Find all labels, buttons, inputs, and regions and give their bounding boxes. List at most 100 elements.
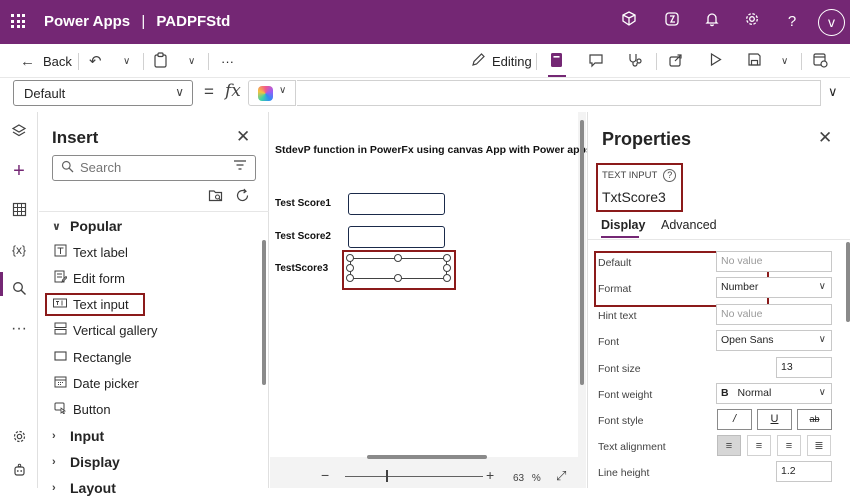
align-right-icon[interactable]: ≡ [777,435,801,456]
variables-icon[interactable]: {x} [9,240,29,260]
tab-advanced[interactable]: Advanced [661,218,717,232]
preview-button[interactable] [708,50,723,72]
environment-icon[interactable] [618,11,640,33]
prop-label-format: Format [598,283,632,295]
category-layout[interactable]: › Layout [52,480,116,496]
save-dropdown[interactable]: ∨ [781,50,788,72]
label-test-score1[interactable]: Test Score1 [275,198,331,209]
insert-item-rectangle[interactable]: Rectangle [49,346,132,368]
resize-handle[interactable] [346,254,354,262]
insert-item-button[interactable]: Button [49,398,111,420]
vertical-scrollbar[interactable] [580,120,584,385]
help-icon[interactable]: ? [663,169,677,182]
editing-button[interactable]: Editing [471,50,532,72]
resize-handle[interactable] [346,264,354,272]
copilot-icon [258,86,273,101]
settings-icon[interactable] [9,429,29,449]
font-size-field[interactable]: 13 [776,357,832,378]
insert-item-edit-form[interactable]: Edit form [49,267,125,289]
align-justify-icon[interactable]: ≣ [807,435,831,456]
copilot-formula-button[interactable]: ∨ [248,80,296,106]
zoom-in-button[interactable]: + [486,467,494,483]
more-icon: ··· [221,53,234,69]
more-button[interactable]: ··· [221,50,234,72]
stethoscope-icon [627,52,643,71]
resize-handle[interactable] [394,254,402,262]
resize-handle[interactable] [346,274,354,282]
divider [208,53,209,70]
bell-icon[interactable] [701,11,723,33]
category-input[interactable]: › Input [52,428,104,444]
comments-button[interactable] [588,50,604,72]
folder-search-icon[interactable] [208,188,224,206]
share-button[interactable] [668,50,684,72]
tab-display[interactable]: Display [601,218,645,232]
formula-input[interactable] [297,80,821,106]
align-center-icon[interactable]: ≡ [747,435,771,456]
zoom-slider[interactable] [345,476,483,477]
resize-handle[interactable] [394,274,402,282]
app-screen[interactable]: StdevP function in PowerFx using canvas … [270,112,592,457]
textinput-score1[interactable] [348,193,445,215]
table-icon[interactable] [9,202,29,222]
copilot-app-icon[interactable] [661,11,683,33]
zoom-out-button[interactable]: − [321,467,329,483]
resize-handle[interactable] [443,254,451,262]
strikethrough-button[interactable]: ab [797,409,832,430]
paste-button[interactable] [153,50,168,72]
resize-handle[interactable] [443,264,451,272]
scrollbar[interactable] [262,240,266,385]
monitor-button[interactable] [627,50,643,72]
label-test-score2[interactable]: Test Score2 [275,231,331,242]
fit-to-window-icon[interactable]: ⤢ [556,468,566,484]
font-dropdown[interactable]: Open Sans ∨ [716,330,832,351]
insert-item-text-label[interactable]: Text label [49,241,128,263]
format-dropdown[interactable]: Number ∨ [716,277,832,298]
insert-item-date-picker[interactable]: Date picker [49,372,139,394]
close-icon[interactable]: ✕ [818,128,832,148]
publish-button[interactable] [812,50,828,72]
agent-icon[interactable] [9,463,29,483]
underline-button[interactable]: U [757,409,792,430]
gear-icon[interactable] [741,11,763,33]
search-field[interactable] [52,155,256,181]
app-checker-button[interactable] [549,50,564,72]
layers-icon[interactable] [9,123,29,143]
paste-dropdown[interactable]: ∨ [188,50,195,72]
more-icon[interactable]: ··· [9,319,29,339]
filter-icon[interactable] [233,159,247,174]
control-name[interactable]: TxtScore3 [602,189,666,205]
font-weight-dropdown[interactable]: B Normal ∨ [716,383,832,404]
scrollbar[interactable] [846,242,850,322]
insert-item-vertical-gallery[interactable]: Vertical gallery [49,319,158,341]
screen-heading[interactable]: StdevP function in PowerFx using canvas … [275,144,592,156]
textinput-score2[interactable] [348,226,445,248]
save-button[interactable] [747,50,762,72]
resize-handle[interactable] [443,274,451,282]
expand-formula-icon[interactable]: ∨ [828,84,838,100]
chevron-down-icon: ∨ [781,55,789,67]
search-input[interactable] [80,160,220,175]
line-height-field[interactable]: 1.2 [776,461,832,482]
zoom-slider-thumb[interactable] [386,470,388,482]
back-button[interactable]: ← Back [20,50,72,72]
waffle-icon[interactable] [11,14,25,28]
category-popular[interactable]: ∨ Popular [52,218,122,234]
refresh-icon[interactable] [235,188,250,206]
default-field[interactable]: No value [716,251,832,272]
plus-icon[interactable]: + [9,161,29,181]
undo-icon: ↶ [89,53,102,70]
label-test-score3[interactable]: TestScore3 [275,263,328,274]
undo-button[interactable]: ↶ [89,50,102,72]
hint-text-field[interactable]: No value [716,304,832,325]
close-icon[interactable]: ✕ [236,127,250,147]
category-display[interactable]: › Display [52,454,120,470]
undo-dropdown[interactable]: ∨ [123,50,130,72]
align-left-icon[interactable]: ≡ [717,435,741,456]
avatar[interactable]: v [818,9,845,36]
search-icon[interactable] [9,281,29,301]
horizontal-scrollbar[interactable] [367,455,487,459]
help-icon[interactable]: ? [781,11,803,33]
italic-button[interactable]: / [717,409,752,430]
property-dropdown[interactable]: Default ∨ [13,80,193,106]
